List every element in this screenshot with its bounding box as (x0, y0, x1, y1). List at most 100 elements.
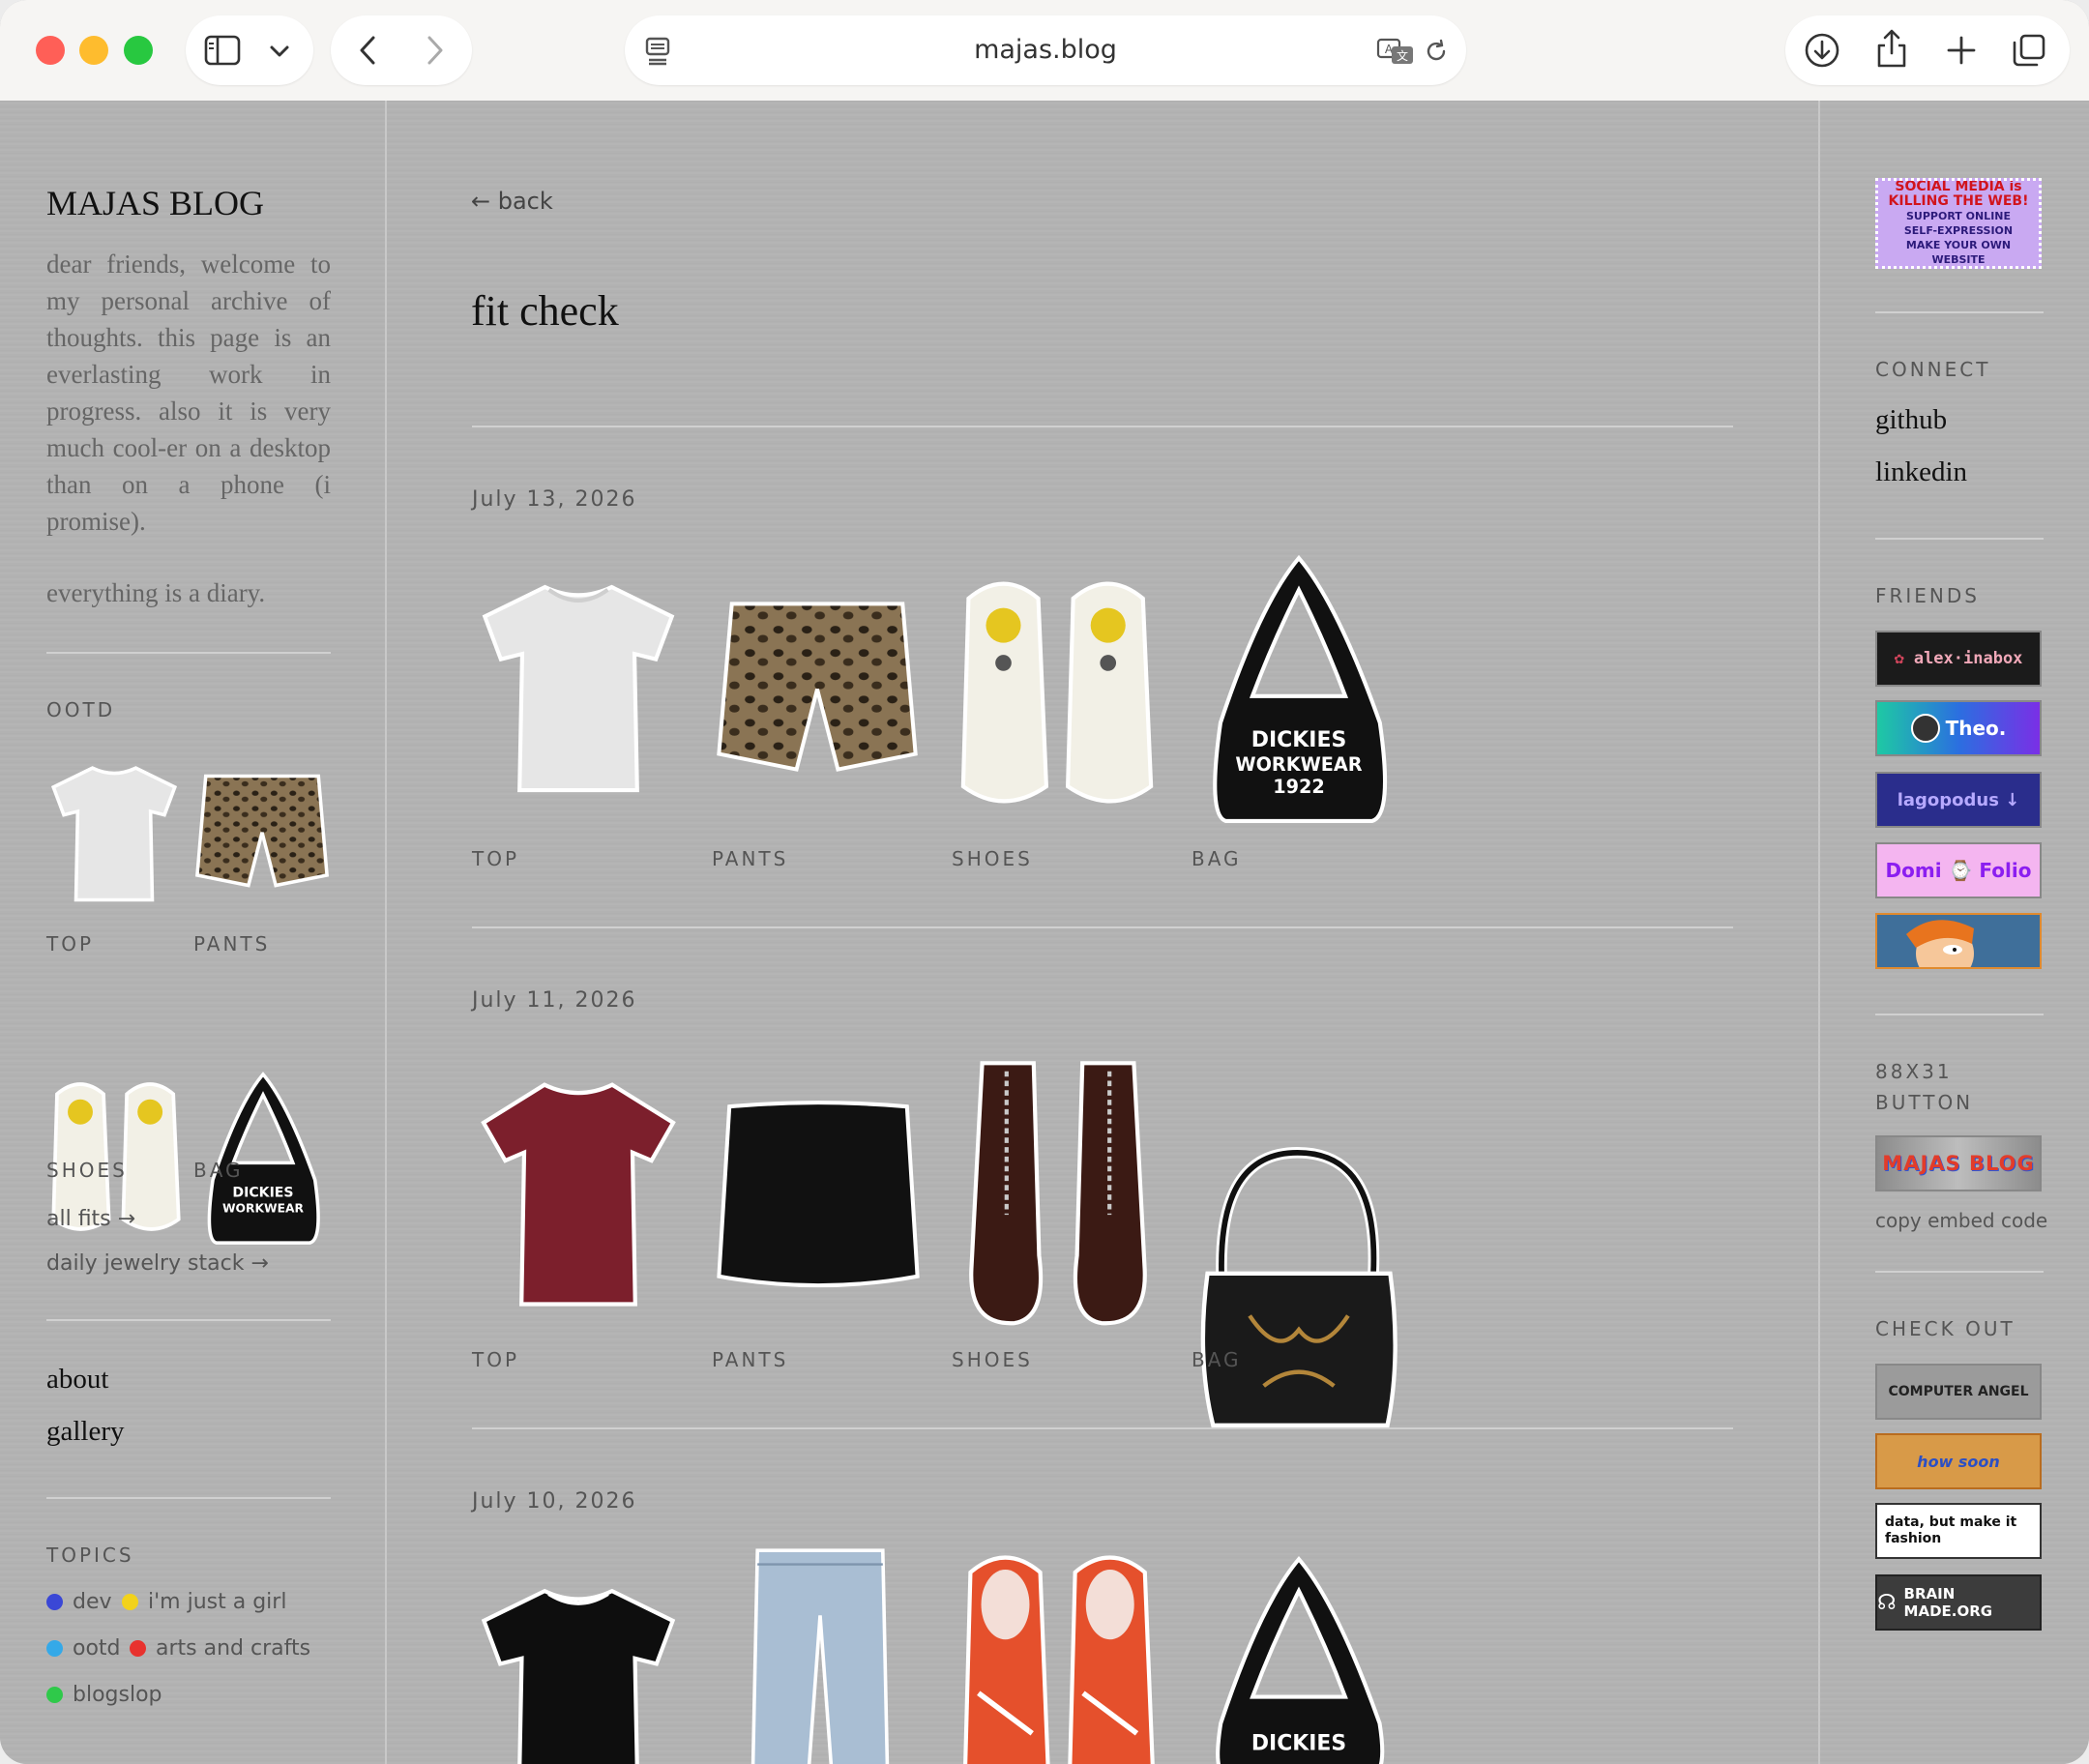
entry-sneakers-image[interactable] (952, 1545, 1166, 1764)
entry-jeans-image[interactable] (750, 1545, 890, 1764)
connect-heading: CONNECT (1875, 358, 1991, 381)
close-window-button[interactable] (36, 36, 65, 65)
chevron-down-icon[interactable] (265, 37, 294, 66)
browser-window: majas.blog A文 MAJAS BLOG dear friends, w… (0, 0, 2089, 1764)
brain-icon: ☊ (1877, 1590, 1897, 1615)
url-text[interactable]: majas.blog (625, 15, 1466, 85)
entry-bag-image[interactable]: DICKIES WORKWEAR 1922 (1199, 547, 1398, 832)
topic-dot-icon (130, 1640, 146, 1657)
divider (472, 1427, 1733, 1429)
friends-heading: FRIENDS (1875, 584, 1980, 607)
topic-dot-icon (46, 1594, 63, 1610)
button-heading-1: 88X31 (1875, 1060, 1953, 1083)
entry-bag-image[interactable]: DICKIES (1199, 1551, 1398, 1764)
checkout-badge-data-fashion[interactable]: data, but make it fashion (1875, 1503, 2042, 1559)
majas-blog-88x31-button[interactable]: MAJAS BLOG (1875, 1135, 2042, 1191)
svg-text:DICKIES: DICKIES (232, 1186, 293, 1201)
minimize-window-button[interactable] (79, 36, 108, 65)
entry-top-image[interactable] (470, 1073, 687, 1311)
checkout-badge-how-soon[interactable]: how soon (1875, 1433, 2042, 1489)
tab-overview-icon[interactable] (2010, 31, 2048, 70)
topics-heading: TOPICS (46, 1544, 134, 1567)
entry-date: July 13, 2026 (472, 487, 637, 512)
item-label-bag: BAG (1192, 1348, 1242, 1371)
back-link[interactable]: ← back (471, 188, 553, 215)
friend-badge-lagopodus[interactable]: lagopodus ↓ (1875, 772, 2042, 828)
item-label-bag: BAG (1192, 847, 1242, 870)
social-media-stamp[interactable]: SOCIAL MEDIA is KILLING THE WEB! SUPPORT… (1875, 178, 2042, 269)
ootd-heading: OOTD (46, 698, 116, 721)
svg-text:WORKWEAR: WORKWEAR (222, 1201, 305, 1215)
rose-icon: ✿ (1894, 649, 1904, 668)
topic-just-a-girl[interactable]: i'm just a girl (122, 1590, 286, 1614)
topic-blogslop[interactable]: blogslop (46, 1683, 162, 1707)
jewelry-link[interactable]: daily jewelry stack → (46, 1251, 269, 1276)
ootd-label-pants: PANTS (193, 932, 271, 956)
svg-text:1922: 1922 (1273, 776, 1325, 798)
friend-badge-fry[interactable] (1875, 913, 2042, 969)
entry-top-image[interactable] (470, 1580, 687, 1764)
entry-pants-image[interactable] (714, 598, 921, 787)
item-label-shoes: SHOES (952, 847, 1033, 870)
divider (46, 1497, 331, 1499)
translate-icon[interactable]: A文 (1375, 35, 1416, 68)
share-icon[interactable] (1872, 27, 1911, 70)
topic-dev[interactable]: dev (46, 1590, 112, 1614)
ootd-pants-image[interactable] (193, 773, 331, 897)
ootd-top-image[interactable] (44, 761, 184, 904)
topic-dot-icon (46, 1640, 63, 1657)
item-label-top: TOP (472, 847, 520, 870)
zoom-window-button[interactable] (124, 36, 153, 65)
page-title: fit check (471, 287, 619, 335)
linkedin-link[interactable]: linkedin (1875, 456, 1967, 488)
entry-bag-image[interactable] (1193, 1147, 1404, 1435)
back-arrow-icon[interactable] (350, 33, 385, 68)
friend-badge-alex[interactable]: ✿ alex·inabox (1875, 631, 2042, 687)
button-heading-2: BUTTON (1875, 1091, 1974, 1114)
nav-gallery[interactable]: gallery (46, 1416, 125, 1448)
entry-top-image[interactable] (470, 576, 687, 797)
sidebar-icon[interactable] (203, 33, 242, 68)
site-title[interactable]: MAJAS BLOG (46, 183, 264, 223)
all-fits-link[interactable]: all fits → (46, 1207, 135, 1231)
ootd-label-top: TOP (46, 932, 95, 956)
svg-text:文: 文 (1397, 48, 1408, 63)
entry-shoes-image[interactable] (950, 569, 1164, 816)
friend-badge-domi-folio[interactable]: Domi ⌚ Folio (1875, 842, 2042, 898)
divider (472, 926, 1733, 928)
new-tab-icon[interactable] (1942, 31, 1981, 70)
topic-ootd[interactable]: ootd (46, 1636, 121, 1661)
tagline: everything is a diary. (46, 578, 266, 607)
download-icon[interactable] (1803, 31, 1841, 70)
divider (1875, 1014, 2044, 1015)
reload-icon[interactable] (1420, 35, 1453, 68)
github-link[interactable]: github (1875, 404, 1947, 436)
topic-arts-and-crafts[interactable]: arts and crafts (130, 1636, 310, 1661)
fry-face-icon (1906, 920, 1974, 967)
copy-embed-code-link[interactable]: copy embed code (1875, 1209, 2047, 1232)
topic-dot-icon (122, 1594, 138, 1610)
entry-boots-image[interactable] (963, 1052, 1153, 1333)
checkout-badge-brain-made[interactable]: ☊ BRAIN MADE.ORG (1875, 1574, 2042, 1631)
nav-buttons-group (331, 15, 472, 85)
left-sidebar: MAJAS BLOG dear friends, welcome to my p… (0, 101, 387, 1764)
entry-date: July 11, 2026 (472, 988, 637, 1013)
intro-text: dear friends, welcome to my personal arc… (46, 250, 331, 536)
entry-skirt-image[interactable] (714, 1099, 923, 1292)
item-label-shoes: SHOES (952, 1348, 1033, 1371)
svg-text:WORKWEAR: WORKWEAR (1235, 753, 1362, 776)
item-label-top: TOP (472, 1348, 520, 1371)
divider (1875, 311, 2044, 313)
divider (46, 652, 331, 654)
address-bar[interactable]: majas.blog A文 (625, 15, 1466, 85)
friend-badge-theo[interactable]: Theo. (1875, 700, 2042, 756)
checkout-heading: CHECK OUT (1875, 1317, 2015, 1340)
forward-arrow-icon[interactable] (418, 33, 453, 68)
ootd-label-shoes: SHOES (46, 1159, 128, 1182)
checkout-badge-computer-angel[interactable]: COMPUTER ANGEL (1875, 1364, 2042, 1420)
nav-about[interactable]: about (46, 1364, 108, 1396)
toolbar-actions-group (1785, 15, 2070, 85)
svg-text:DICKIES: DICKIES (1251, 1731, 1346, 1755)
item-label-pants: PANTS (712, 847, 789, 870)
svg-text:DICKIES: DICKIES (1251, 728, 1347, 752)
